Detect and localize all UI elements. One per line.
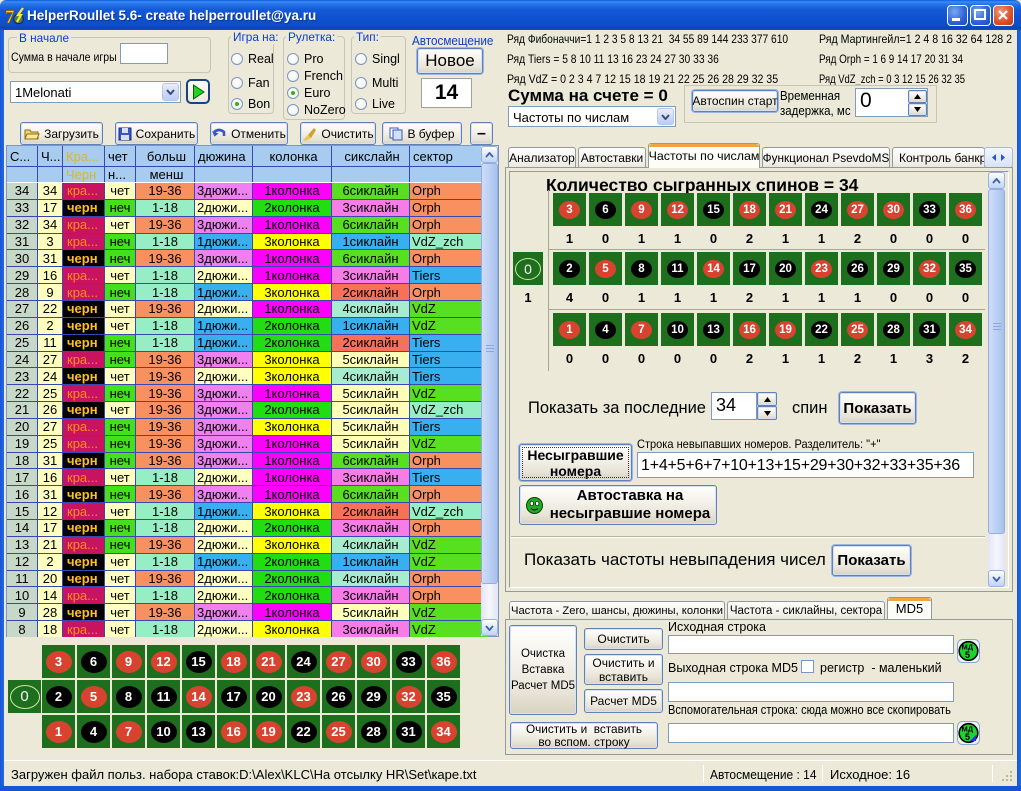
svg-text:5: 5 [965, 732, 970, 742]
svg-text:5: 5 [965, 650, 970, 660]
